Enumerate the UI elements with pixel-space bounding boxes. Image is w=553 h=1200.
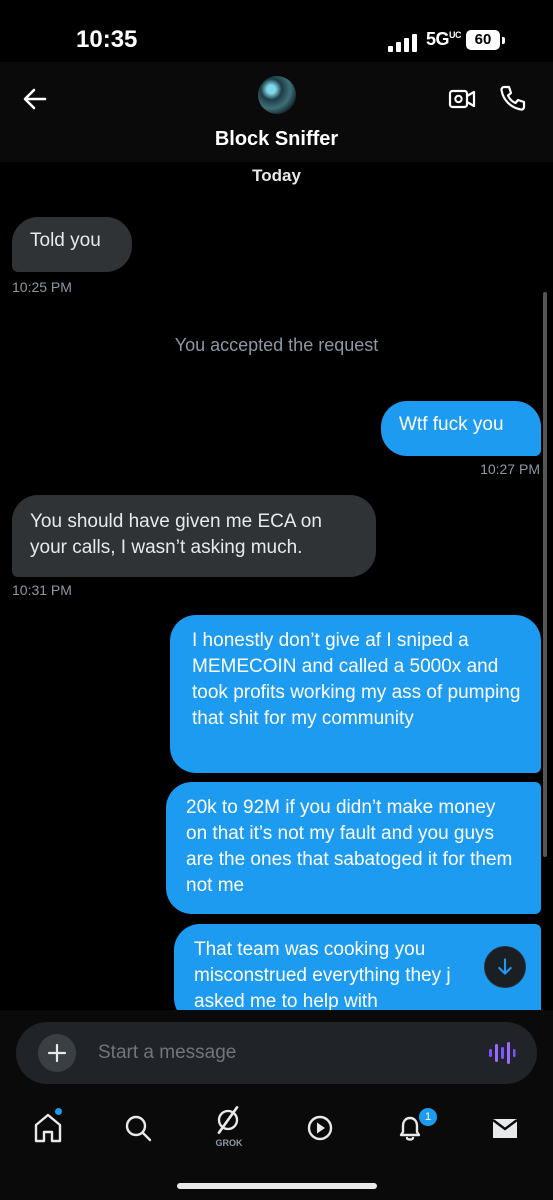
contact-name[interactable]: Block Sniffer <box>0 128 553 151</box>
status-time: 10:35 <box>76 26 138 53</box>
home-indicator <box>177 1183 377 1189</box>
notification-badge: 1 <box>419 1108 437 1126</box>
signal-icon <box>388 34 417 52</box>
scroll-to-bottom-button[interactable] <box>484 946 526 988</box>
back-arrow-icon[interactable] <box>18 82 52 116</box>
voice-message-icon[interactable] <box>488 1040 516 1066</box>
message-timestamp: 10:27 PM <box>480 461 540 477</box>
message-bubble-outgoing[interactable]: I honestly don’t give af I sniped a MEME… <box>170 615 541 773</box>
video-call-icon[interactable] <box>447 84 477 114</box>
message-timestamp: 10:25 PM <box>12 279 72 295</box>
message-timestamp: 10:31 PM <box>12 582 72 598</box>
system-message: You accepted the request <box>174 335 379 355</box>
message-bubble-outgoing[interactable]: Wtf fuck you <box>381 401 541 456</box>
composer-bar: Start a message <box>0 1010 553 1098</box>
message-bubble-outgoing[interactable]: 20k to 92M if you didn’t make money on t… <box>166 782 541 914</box>
message-bubble-incoming[interactable]: You should have given me ECA on your cal… <box>12 495 376 577</box>
battery-indicator: 60 <box>466 30 500 50</box>
date-divider: Today <box>252 166 301 185</box>
messages-envelope-icon[interactable] <box>485 1108 525 1148</box>
phone-icon[interactable] <box>498 83 528 113</box>
search-icon[interactable] <box>118 1108 158 1148</box>
video-play-icon[interactable] <box>300 1108 340 1148</box>
message-input[interactable]: Start a message <box>98 1042 236 1064</box>
home-icon[interactable] <box>28 1108 68 1148</box>
battery-tip <box>502 37 505 44</box>
plus-icon[interactable] <box>38 1034 76 1072</box>
scrollbar[interactable] <box>543 292 547 857</box>
message-bubble-incoming[interactable]: Told you <box>12 217 132 272</box>
network-indicator: 5GUC <box>426 29 462 49</box>
conversation-header: Block Sniffer <box>0 62 553 162</box>
avatar[interactable] <box>258 76 296 114</box>
grok-label: GROK <box>215 1138 243 1148</box>
message-composer[interactable]: Start a message <box>16 1022 537 1084</box>
grok-icon[interactable] <box>209 1102 247 1138</box>
home-notification-dot <box>55 1108 62 1115</box>
